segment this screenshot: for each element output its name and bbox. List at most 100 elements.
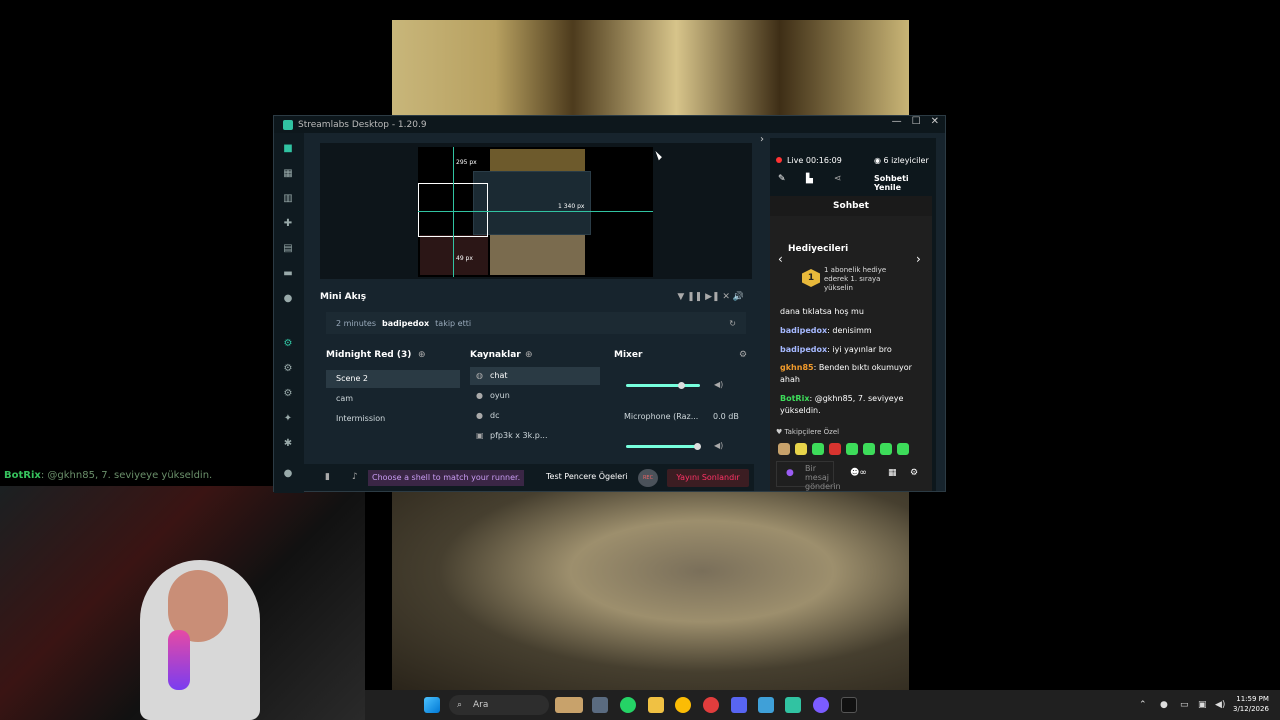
edit-icon[interactable]: ✎ xyxy=(778,174,786,184)
add-source-icon[interactable]: ⊕ xyxy=(525,350,533,360)
sources-title: Kaynaklar xyxy=(470,350,521,360)
refresh-icon[interactable]: ↻ xyxy=(729,319,736,328)
end-stream-button[interactable]: Yayını Sonlandır xyxy=(667,469,749,487)
app-icon-1[interactable]: ⚙ xyxy=(282,338,294,350)
stream-preview[interactable]: 295 px 1 340 px 49 px xyxy=(320,143,752,279)
event-user: badipedox xyxy=(382,318,430,328)
live-dot xyxy=(776,157,782,163)
display-icon[interactable]: ▣ xyxy=(1198,700,1207,710)
store-icon[interactable]: ▦ xyxy=(888,468,897,478)
emote-icon[interactable] xyxy=(812,443,824,455)
streamlabs-icon[interactable] xyxy=(785,697,801,713)
chat-settings-icon[interactable]: ⚙ xyxy=(910,468,918,478)
mic-tray-icon[interactable]: ● xyxy=(1160,700,1168,710)
library-icon[interactable]: ▥ xyxy=(282,193,294,205)
file-explorer-icon[interactable] xyxy=(648,697,664,713)
volume-icon[interactable]: ◀) xyxy=(1215,700,1225,710)
microphone-icon[interactable]: ● xyxy=(786,468,794,478)
next-arrow-icon[interactable]: › xyxy=(916,252,921,266)
taskbar-clock[interactable]: 11:59 PM 3/12/2026 xyxy=(1233,694,1269,714)
windows-start-icon[interactable] xyxy=(424,697,440,713)
record-button[interactable]: REC xyxy=(638,469,658,487)
chat-user: gkhn85 xyxy=(780,363,814,372)
event-time: 2 minutes xyxy=(336,318,377,328)
store-icon[interactable]: ▤ xyxy=(282,243,294,255)
tray-chevron-icon[interactable]: ⌃ xyxy=(1139,700,1147,710)
refresh-chat-button[interactable]: Sohbeti Yenile xyxy=(874,174,936,192)
profile-icon[interactable]: ● xyxy=(282,468,294,480)
emote-icon[interactable] xyxy=(897,443,909,455)
source-item[interactable]: ● dc xyxy=(470,407,600,425)
chat-panel: Live 00:16:09 ◉ 6 izleyiciler ✎ ▙ ⋖ Sohb… xyxy=(770,138,936,491)
test-widgets-button[interactable]: Test Pencere Ögeleri xyxy=(546,472,628,481)
window-title: Streamlabs Desktop - 1.20.9 xyxy=(298,119,427,130)
source-item[interactable]: ◍ chat xyxy=(470,367,600,385)
close-button[interactable]: ✕ xyxy=(931,116,939,127)
emote-icon[interactable] xyxy=(829,443,841,455)
tools-icon[interactable]: ✚ xyxy=(282,218,294,230)
scene-item[interactable]: Scene 2 xyxy=(326,370,460,388)
app-icon[interactable] xyxy=(758,697,774,713)
mini-feed-event: 2 minutes badipedox takip etti ↻ xyxy=(326,312,746,334)
notifications-icon[interactable]: ♪ xyxy=(352,472,358,482)
taskbar-search[interactable]: ⌕ Ara xyxy=(449,695,549,715)
source-label: chat xyxy=(490,371,508,380)
emote-icon[interactable] xyxy=(846,443,858,455)
chevron-right-icon[interactable]: › xyxy=(760,134,764,145)
emote-icon[interactable] xyxy=(880,443,892,455)
discord-icon[interactable] xyxy=(731,697,747,713)
mini-feed-controls[interactable]: ▼ ❚❚ ▶❚ ✕ 🔊 xyxy=(677,292,744,302)
app-icon-purple[interactable] xyxy=(813,697,829,713)
chat-input[interactable]: Bir mesaj gönderin xyxy=(776,461,841,491)
whatsapp-icon[interactable] xyxy=(620,697,636,713)
widget-icon[interactable] xyxy=(555,697,583,713)
record-icon[interactable]: ● xyxy=(282,293,294,305)
scene-item[interactable]: Intermission xyxy=(326,410,460,428)
dashboard-icon[interactable]: ▙ xyxy=(806,174,813,184)
chrome-icon[interactable] xyxy=(675,697,691,713)
mixer-title: Mixer xyxy=(614,350,643,360)
add-scene-icon[interactable]: ⊕ xyxy=(418,350,426,360)
app-icon-3[interactable]: ⚙ xyxy=(282,388,294,400)
epic-games-icon[interactable] xyxy=(841,697,857,713)
mixer-db-value: 0.0 dB xyxy=(713,412,739,421)
minimize-button[interactable]: — xyxy=(892,116,902,127)
mic-volume-slider[interactable] xyxy=(626,445,700,448)
chat-message: badipedox: iyi yayınlar bro xyxy=(780,344,925,356)
highlighter-icon[interactable]: ▬ xyxy=(282,268,294,280)
sparkle-icon[interactable]: ✦ xyxy=(282,413,294,425)
eye-icon: ◉ xyxy=(874,156,884,165)
emote-icon[interactable] xyxy=(863,443,875,455)
maximize-button[interactable]: ☐ xyxy=(912,116,921,127)
preview-webcam xyxy=(420,235,488,275)
source-item[interactable]: ● oyun xyxy=(470,387,600,405)
user-icon: ● xyxy=(476,391,483,400)
mixer-volume-slider[interactable] xyxy=(626,384,700,387)
emote-icon[interactable] xyxy=(795,443,807,455)
emote-icon[interactable] xyxy=(778,443,790,455)
mic-speaker-icon[interactable]: ◀) xyxy=(714,441,723,450)
settings-icon[interactable]: ✱ xyxy=(282,438,294,450)
app-icon-2[interactable]: ⚙ xyxy=(282,363,294,375)
source-item[interactable]: ▣ pfp3k x 3k.p... xyxy=(470,427,600,445)
opera-icon[interactable] xyxy=(703,697,719,713)
scene-item[interactable]: cam xyxy=(326,390,460,408)
settings-app-icon[interactable] xyxy=(592,697,608,713)
mixer-volume-knob[interactable] xyxy=(678,382,685,389)
mixer-settings-icon[interactable]: ⚙ xyxy=(739,350,747,360)
share-icon[interactable]: ⋖ xyxy=(834,174,842,184)
scenes-title[interactable]: Midnight Red (3) xyxy=(326,350,411,360)
overlay-chat-user: BotRix xyxy=(4,470,41,481)
stats-icon[interactable]: ▮ xyxy=(325,472,330,482)
image-icon: ▣ xyxy=(476,431,484,440)
speaker-icon[interactable]: ◀) xyxy=(714,380,723,389)
emote-picker-icon[interactable]: ☻∞ xyxy=(850,468,867,478)
mic-volume-knob[interactable] xyxy=(694,443,701,450)
preview-canvas[interactable]: 295 px 1 340 px 49 px xyxy=(418,147,653,277)
keyboard-icon[interactable]: ▭ xyxy=(1180,700,1189,710)
shell-banner[interactable]: Choose a shell to match your runner. xyxy=(368,470,525,486)
layout-icon[interactable]: ▦ xyxy=(282,168,294,180)
prev-arrow-icon[interactable]: ‹ xyxy=(778,252,783,266)
chat-user: badipedox xyxy=(780,345,828,354)
editor-icon[interactable]: ■ xyxy=(282,143,294,155)
